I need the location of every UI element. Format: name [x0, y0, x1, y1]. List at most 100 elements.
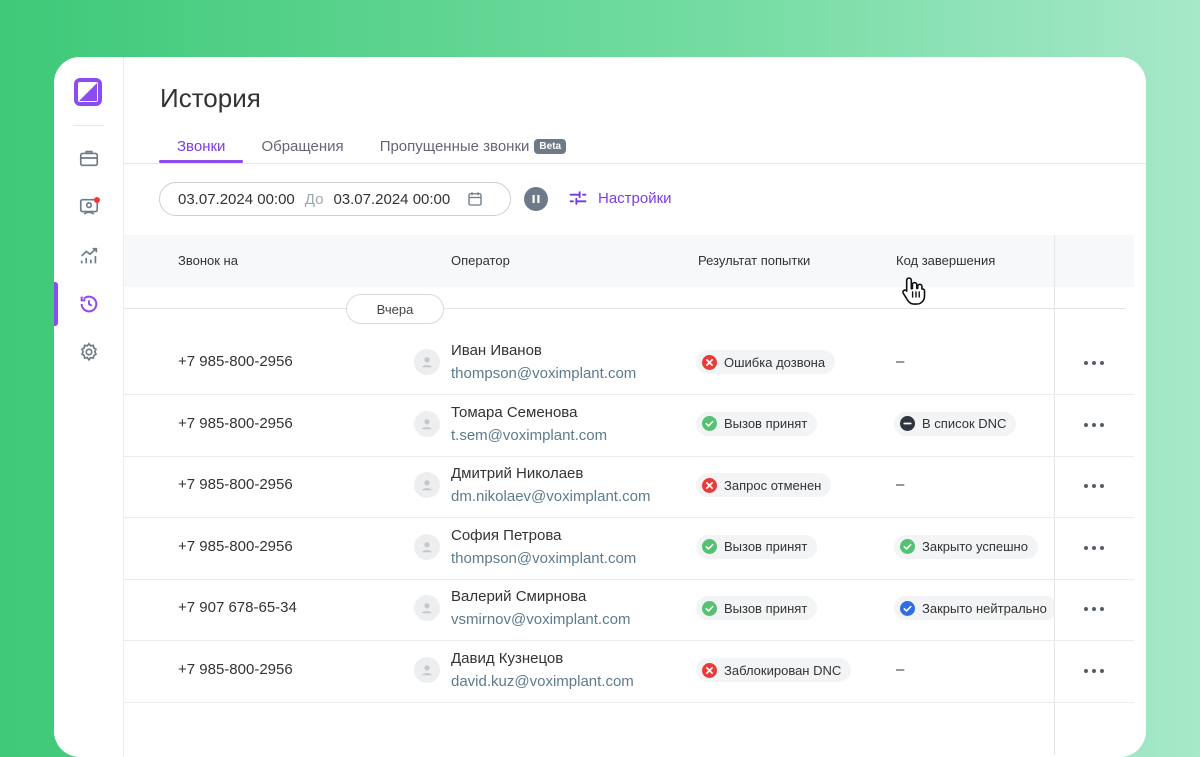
sidebar-item-briefcase[interactable] — [54, 136, 123, 180]
check-icon — [702, 416, 717, 432]
phone-number: +7 907 678-65-34 — [178, 599, 297, 617]
result-label: Заблокирован DNC — [724, 662, 842, 678]
settings-button[interactable]: Настройки — [568, 188, 672, 208]
more-options-button[interactable] — [1084, 353, 1104, 373]
result-badge: Вызов принят — [696, 596, 818, 621]
sidebar-item-analytics[interactable] — [54, 234, 123, 278]
avatar — [414, 657, 440, 683]
dot-icon — [1100, 545, 1104, 550]
row-content: +7 985-800-2956 София Петрова thompson@v… — [124, 517, 1054, 579]
user-icon — [422, 357, 432, 368]
dot-icon — [1084, 607, 1088, 612]
end-code-empty: – — [896, 476, 905, 494]
sidebar-item-agent[interactable] — [54, 185, 123, 229]
operator-email[interactable]: thompson@voximplant.com — [451, 550, 636, 567]
result-badge: Ошибка дозвона — [696, 350, 836, 374]
table-row[interactable]: +7 907 678-65-34 Валерий Смирнова vsmirn… — [124, 578, 1134, 642]
more-options-button[interactable] — [1084, 599, 1104, 619]
hand-cursor-icon — [902, 277, 926, 305]
sliders-icon — [569, 191, 587, 205]
dot-icon — [1100, 361, 1104, 365]
operator-name: Давид Кузнецов — [451, 650, 564, 667]
tab-requests[interactable]: Обращения — [243, 129, 361, 163]
table-header: Звонок на Оператор Результат попытки Код… — [124, 235, 1134, 287]
pause-button[interactable] — [524, 187, 548, 211]
tab-label: Звонки — [177, 137, 226, 155]
end-code-empty: – — [896, 353, 905, 370]
check-icon — [702, 600, 717, 616]
error-icon — [702, 354, 717, 370]
operator-email[interactable]: vsmirnov@voximplant.com — [451, 611, 630, 628]
more-options-button[interactable] — [1084, 415, 1104, 435]
operator-email[interactable]: david.kuz@voximplant.com — [451, 673, 634, 690]
operator-name: Томара Семенова — [451, 403, 578, 421]
notification-dot — [94, 197, 100, 203]
pause-icon — [532, 195, 540, 203]
end-code-badge: Закрыто успешно — [894, 534, 1038, 559]
tab-missed-calls[interactable]: Пропущенные звонки Beta — [362, 129, 584, 163]
dot-icon — [1092, 422, 1096, 427]
more-options-button[interactable] — [1084, 476, 1104, 496]
operator-name: София Петрова — [451, 526, 562, 544]
page-title: История — [160, 83, 261, 113]
column-header-call-to[interactable]: Звонок на — [178, 253, 238, 268]
sidebar — [54, 57, 124, 757]
table-row[interactable]: +7 985-800-2956 Иван Иванов thompson@vox… — [124, 332, 1134, 395]
row-content: +7 985-800-2956 Дмитрий Николаев dm.niko… — [124, 455, 1054, 517]
operator-email[interactable]: t.sem@voximplant.com — [451, 427, 607, 444]
table-row[interactable]: +7 985-800-2956 София Петрова thompson@v… — [124, 517, 1134, 580]
app-logo-icon[interactable] — [73, 77, 103, 107]
date-to-value[interactable]: 03.07.2024 00:00 — [333, 191, 450, 208]
column-header-end-code[interactable]: Код завершения — [896, 253, 995, 268]
block-icon — [900, 416, 915, 432]
check-neutral-icon — [900, 600, 915, 616]
sidebar-item-settings[interactable] — [54, 330, 123, 374]
dot-icon — [1084, 422, 1088, 427]
sidebar-item-history[interactable] — [54, 282, 123, 326]
table-row[interactable]: +7 985-800-2956 Дмитрий Николаев dm.niko… — [124, 455, 1134, 519]
column-header-operator[interactable]: Оператор — [451, 253, 510, 268]
dot-icon — [1100, 607, 1104, 612]
group-divider — [124, 308, 1126, 309]
settings-label: Настройки — [598, 189, 672, 207]
end-code-label: В список DNC — [922, 416, 1007, 432]
tab-calls[interactable]: Звонки — [159, 129, 244, 163]
result-badge: Запрос отменен — [696, 473, 832, 498]
operator-email[interactable]: thompson@voximplant.com — [451, 365, 636, 382]
briefcase-icon — [79, 150, 98, 167]
operator-name: Валерий Смирнова — [451, 588, 587, 606]
end-code-label: Закрыто успешно — [922, 539, 1028, 555]
dot-icon — [1084, 669, 1088, 673]
table-row[interactable]: +7 985-800-2956 Томара Семенова t.sem@vo… — [124, 394, 1134, 457]
beta-badge: Beta — [534, 138, 567, 154]
avatar — [414, 595, 440, 622]
phone-number: +7 985-800-2956 — [178, 661, 293, 678]
tabs: Звонки Обращения Пропущенные звонки Beta — [159, 129, 584, 163]
row-content: +7 985-800-2956 Давид Кузнецов david.kuz… — [124, 640, 1054, 702]
date-range-picker[interactable]: 03.07.2024 00:00 До 03.07.2024 00:00 — [159, 182, 511, 216]
error-icon — [702, 477, 717, 493]
date-from-value[interactable]: 03.07.2024 00:00 — [178, 191, 295, 208]
end-code-badge: В список DNC — [894, 411, 1017, 436]
more-options-button[interactable] — [1084, 538, 1104, 558]
result-badge: Заблокирован DNC — [696, 658, 852, 682]
dot-icon — [1100, 422, 1104, 427]
dot-icon — [1100, 484, 1104, 489]
column-header-result[interactable]: Результат попытки — [698, 253, 810, 268]
result-label: Вызов принят — [724, 416, 808, 432]
tabs-divider — [124, 163, 1146, 164]
phone-number: +7 985-800-2956 — [178, 537, 293, 555]
avatar — [414, 410, 440, 437]
date-separator: До — [304, 190, 324, 208]
user-icon — [422, 603, 432, 614]
phone-number: +7 985-800-2956 — [178, 353, 293, 370]
more-options-button[interactable] — [1084, 661, 1104, 681]
dot-icon — [1092, 484, 1096, 489]
date-group-label: Вчера — [346, 294, 444, 324]
operator-email[interactable]: dm.nikolaev@voximplant.com — [451, 488, 650, 505]
calendar-icon[interactable] — [466, 190, 484, 208]
user-icon — [422, 418, 432, 429]
analytics-icon — [80, 247, 97, 264]
main-content: История Звонки Обращения Пропущенные зво… — [124, 57, 1146, 757]
table-row[interactable]: +7 985-800-2956 Давид Кузнецов david.kuz… — [124, 640, 1134, 703]
